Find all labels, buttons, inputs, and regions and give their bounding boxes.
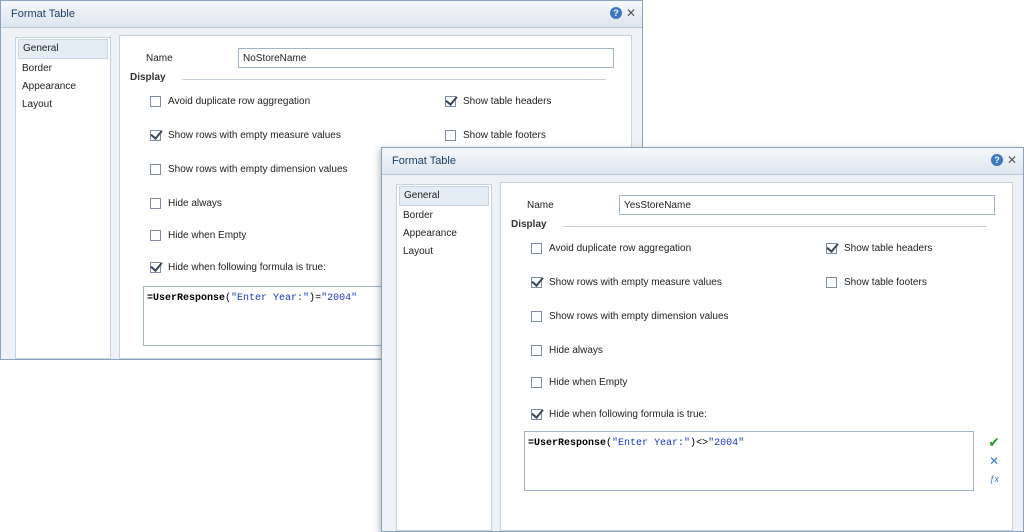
checkbox[interactable] (150, 96, 161, 107)
title-bar[interactable]: Format Table ? ✕ (382, 148, 1023, 175)
opt-empty-measure[interactable]: Show rows with empty measure values (150, 130, 341, 141)
opt-show-footers[interactable]: Show table footers (826, 277, 927, 288)
section-divider (563, 226, 987, 227)
checkbox[interactable] (150, 164, 161, 175)
opt-hide-always[interactable]: Hide always (150, 198, 222, 209)
nav-item-border[interactable]: Border (16, 60, 110, 78)
opt-avoid-duplicate[interactable]: Avoid duplicate row aggregation (531, 243, 691, 254)
option-label: Show table footers (844, 277, 927, 288)
checkbox[interactable] (531, 243, 542, 254)
nav-item-layout[interactable]: Layout (16, 96, 110, 114)
nav-item-appearance[interactable]: Appearance (16, 78, 110, 96)
opt-empty-dimension[interactable]: Show rows with empty dimension values (150, 164, 348, 175)
formula-function: =UserResponse (528, 438, 607, 449)
checkbox[interactable] (150, 262, 161, 273)
formula-function: =UserResponse (147, 293, 226, 304)
nav-item-general[interactable]: General (399, 186, 489, 206)
display-section-label: Display (130, 72, 166, 83)
formula-argument: "Enter Year:" (231, 293, 310, 304)
nav-item-general[interactable]: General (18, 39, 108, 59)
close-icon[interactable]: ✕ (626, 7, 636, 19)
option-label: Hide when Empty (168, 230, 247, 241)
option-label: Show rows with empty dimension values (168, 164, 348, 175)
option-label: Show rows with empty measure values (549, 277, 722, 288)
opt-show-headers[interactable]: Show table headers (445, 96, 551, 107)
dialog-title: Format Table (11, 8, 75, 20)
checkbox[interactable] (150, 130, 161, 141)
checkbox[interactable] (531, 377, 542, 388)
close-icon[interactable]: ✕ (1007, 154, 1017, 166)
opt-show-headers[interactable]: Show table headers (826, 243, 932, 254)
checkbox[interactable] (531, 277, 542, 288)
fx-icon[interactable]: ƒx (989, 473, 999, 485)
option-label: Avoid duplicate row aggregation (168, 96, 311, 107)
nav-list: General Border Appearance Layout (15, 37, 111, 359)
option-label: Avoid duplicate row aggregation (549, 243, 692, 254)
name-input[interactable] (238, 48, 614, 68)
opt-hide-always[interactable]: Hide always (531, 345, 603, 356)
name-label: Name (146, 53, 173, 64)
title-bar[interactable]: Format Table ? ✕ (1, 1, 642, 28)
opt-empty-measure[interactable]: Show rows with empty measure values (531, 277, 722, 288)
display-section-label: Display (511, 219, 547, 230)
checkbox[interactable] (531, 311, 542, 322)
formula-value: "2004" (708, 438, 745, 449)
option-label: Hide when Empty (549, 377, 628, 388)
opt-hide-formula[interactable]: Hide when following formula is true: (150, 262, 326, 273)
checkbox[interactable] (531, 409, 542, 420)
opt-hide-formula[interactable]: Hide when following formula is true: (531, 409, 707, 420)
option-label: Show rows with empty dimension values (549, 311, 729, 322)
formula-value: "2004" (321, 293, 358, 304)
opt-hide-empty[interactable]: Hide when Empty (150, 230, 246, 241)
checkbox[interactable] (150, 230, 161, 241)
option-label: Show table footers (463, 130, 546, 141)
check-icon[interactable]: ✔ (988, 435, 1000, 449)
formula-tools: ✔ ✕ ƒx (988, 435, 1000, 485)
option-label: Show rows with empty measure values (168, 130, 341, 141)
option-label: Hide when following formula is true: (549, 409, 707, 420)
option-label: Hide always (549, 345, 603, 356)
nav-item-layout[interactable]: Layout (397, 243, 491, 261)
name-input[interactable] (619, 195, 995, 215)
checkbox[interactable] (445, 130, 456, 141)
nav-item-border[interactable]: Border (397, 207, 491, 225)
nav-list: General Border Appearance Layout (396, 184, 492, 531)
checkbox[interactable] (531, 345, 542, 356)
formula-operator: <> (696, 438, 709, 449)
help-icon[interactable]: ? (990, 154, 1003, 166)
option-label: Show table headers (463, 96, 552, 107)
checkbox[interactable] (826, 243, 837, 254)
section-divider (182, 79, 606, 80)
nav-item-appearance[interactable]: Appearance (397, 225, 491, 243)
formula-argument: "Enter Year:" (612, 438, 691, 449)
opt-avoid-duplicate[interactable]: Avoid duplicate row aggregation (150, 96, 310, 107)
option-label: Show table headers (844, 243, 933, 254)
checkbox[interactable] (150, 198, 161, 209)
opt-show-footers[interactable]: Show table footers (445, 130, 546, 141)
name-label: Name (527, 200, 554, 211)
help-icon[interactable]: ? (609, 7, 622, 19)
checkbox[interactable] (445, 96, 456, 107)
format-table-dialog-front: Format Table ? ✕ General Border Appearan… (381, 147, 1024, 532)
opt-empty-dimension[interactable]: Show rows with empty dimension values (531, 311, 729, 322)
option-label: Hide when following formula is true: (168, 262, 326, 273)
dialog-title: Format Table (392, 155, 456, 167)
option-label: Hide always (168, 198, 222, 209)
opt-hide-empty[interactable]: Hide when Empty (531, 377, 627, 388)
formula-editor[interactable]: =UserResponse("Enter Year:")<>"2004" (524, 431, 974, 491)
general-panel: Name Display Avoid duplicate row aggrega… (500, 182, 1013, 531)
x-icon[interactable]: ✕ (989, 455, 999, 467)
checkbox[interactable] (826, 277, 837, 288)
